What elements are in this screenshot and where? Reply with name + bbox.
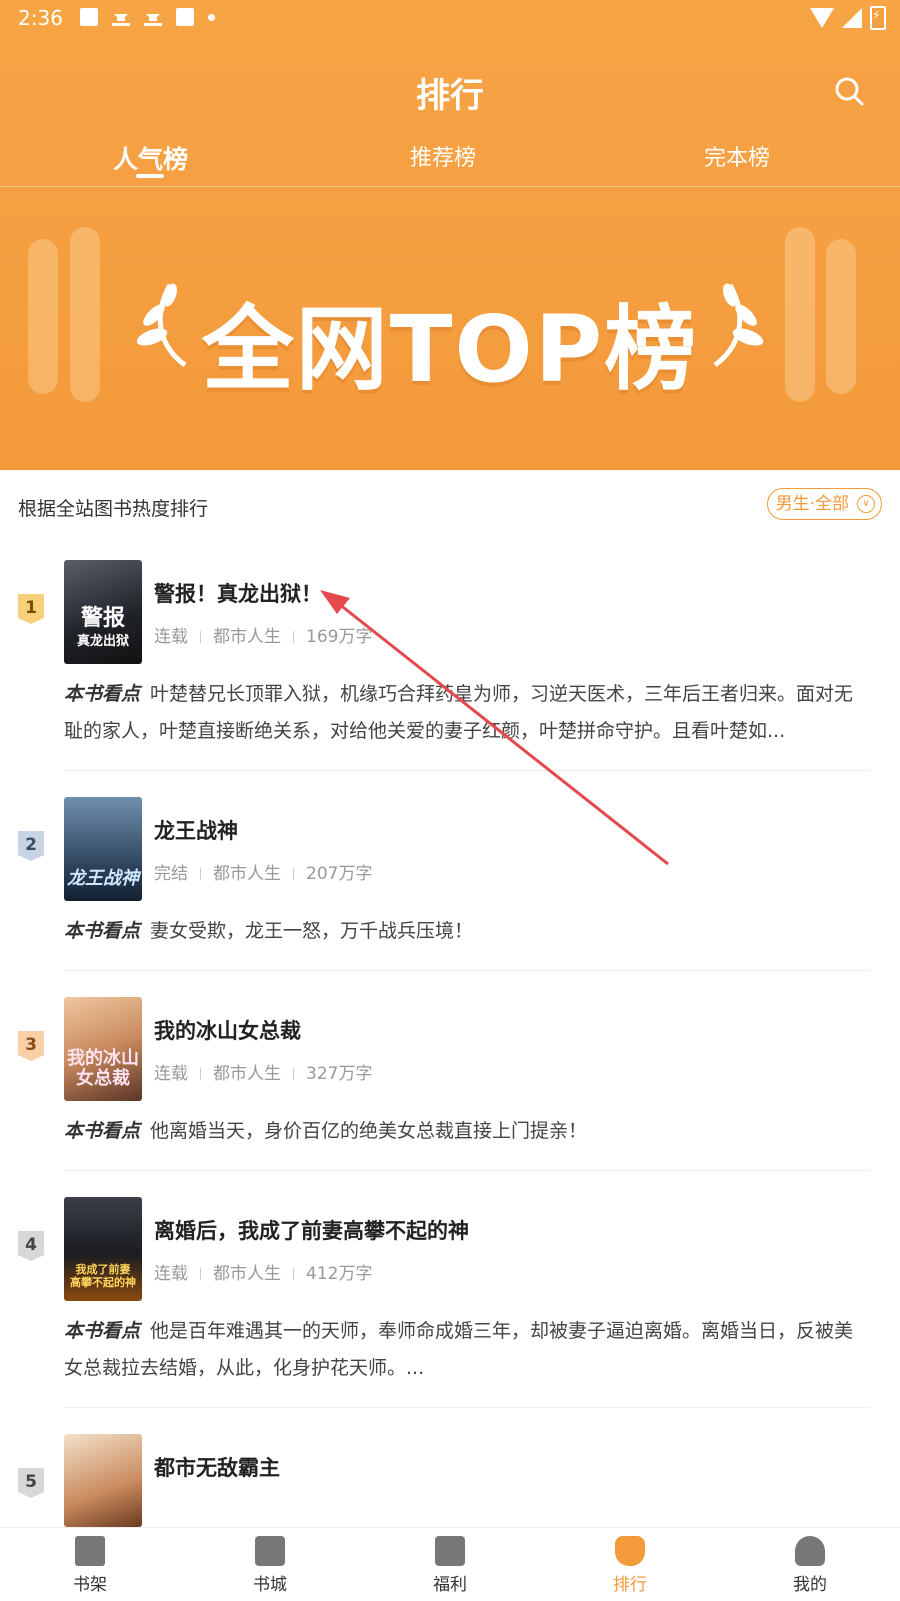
cover-title: 我成了前妻 高攀不起的神	[70, 1263, 136, 1289]
gender-filter-button[interactable]: 男生·全部 ∨	[766, 488, 882, 520]
filter-label: 男生·全部	[775, 494, 849, 514]
nav-bookshelf[interactable]: 书架	[30, 1528, 150, 1595]
book-icon	[255, 1536, 285, 1566]
book-word-count: 207万字	[306, 864, 373, 884]
book-cover[interactable]: 我的冰山 女总裁	[64, 997, 142, 1101]
cover-title: 我的冰山 女总裁	[67, 1048, 139, 1089]
header-area: 2:36 排行 人气榜 推荐榜 完本榜	[0, 0, 900, 470]
summary-label: 本书看点	[64, 1120, 141, 1142]
bottom-nav: 书架 书城 福利 排行 我的	[0, 1527, 900, 1601]
download-icon	[112, 8, 130, 26]
book-summary: 本书看点 他是百年难遇其一的天师，奉师命成婚三年，却被妻子逼迫离婚。离婚当日，反被…	[64, 1313, 864, 1387]
book-summary: 本书看点 他离婚当天，身价百亿的绝美女总裁直接上门提亲！	[64, 1113, 864, 1150]
book-title[interactable]: 我的冰山女总裁	[154, 1015, 301, 1045]
battery-icon	[870, 6, 886, 30]
book-status: 连载	[154, 627, 188, 647]
book-category: 都市人生	[213, 1064, 281, 1084]
nav-rewards[interactable]: 福利	[390, 1528, 510, 1595]
system-icons	[810, 6, 886, 30]
laurel-right-icon	[713, 283, 764, 367]
nav-label: 我的	[793, 1575, 827, 1595]
book-meta: 完结 都市人生 207万字	[154, 859, 372, 884]
summary-text: 他是百年难遇其一的天师，奉师命成婚三年，却被妻子逼迫离婚。离婚当日，反被美女总裁…	[64, 1320, 854, 1379]
summary-label: 本书看点	[64, 683, 141, 705]
book-status: 连载	[154, 1264, 188, 1284]
gift-icon	[435, 1536, 465, 1566]
divider	[64, 770, 870, 771]
divider	[64, 970, 870, 971]
cover-title: 警报 真龙出狱	[76, 606, 129, 650]
book-meta: 连载 都市人生 169万字	[154, 622, 372, 647]
rank-badge: 2	[18, 831, 44, 861]
trophy-icon	[615, 1536, 645, 1566]
book-cover[interactable]: 警报 真龙出狱	[64, 560, 142, 664]
book-summary: 本书看点 妻女受欺，龙王一怒，万千战兵压境！	[64, 913, 864, 950]
summary-text: 叶楚替兄长顶罪入狱，机缘巧合拜药皇为师，习逆天医术，三年后王者归来。面对无耻的家…	[64, 683, 854, 742]
book-category: 都市人生	[213, 864, 281, 884]
divider	[64, 1170, 870, 1171]
app-icon	[176, 8, 194, 26]
book-status: 完结	[154, 864, 188, 884]
list-header: 根据全站图书热度排行 男生·全部 ∨	[0, 470, 900, 544]
download-icon	[144, 8, 162, 26]
book-title[interactable]: 警报！真龙出狱！	[154, 578, 322, 608]
cover-title: 龙王战神	[67, 868, 139, 889]
book-word-count: 412万字	[306, 1264, 373, 1284]
book-summary: 本书看点 叶楚替兄长顶罪入狱，机缘巧合拜药皇为师，习逆天医术，三年后王者归来。面对…	[64, 676, 864, 750]
top-banner: 全网TOP榜	[0, 187, 900, 470]
page-title: 排行	[416, 76, 484, 116]
nav-label: 书城	[253, 1575, 287, 1595]
dot-icon	[208, 14, 215, 21]
profile-icon	[795, 1536, 825, 1566]
nav-profile[interactable]: 我的	[750, 1528, 870, 1595]
tab-popular[interactable]: 人气榜	[113, 140, 188, 176]
tab-completed[interactable]: 完本榜	[704, 140, 770, 172]
signal-icon	[842, 8, 862, 28]
book-category: 都市人生	[213, 627, 281, 647]
summary-text: 他离婚当天，身价百亿的绝美女总裁直接上门提亲！	[150, 1120, 588, 1142]
chevron-down-icon: ∨	[857, 495, 875, 513]
book-status: 连载	[154, 1064, 188, 1084]
rank-badge: 1	[18, 594, 44, 624]
book-meta: 连载 都市人生 412万字	[154, 1259, 372, 1284]
status-bar: 2:36	[0, 0, 900, 36]
ranking-description: 根据全站图书热度排行	[18, 498, 209, 520]
book-meta: 连载 都市人生 327万字	[154, 1059, 372, 1084]
rank-badge: 3	[18, 1031, 44, 1061]
book-title[interactable]: 都市无敌霸主	[154, 1452, 280, 1482]
summary-text: 妻女受欺，龙王一怒，万千战兵压境！	[150, 920, 474, 942]
book-title[interactable]: 龙王战神	[154, 815, 238, 845]
ranking-tabs: 人气榜 推荐榜 完本榜	[0, 140, 900, 186]
nav-bookstore[interactable]: 书城	[210, 1528, 330, 1595]
book-word-count: 169万字	[306, 627, 373, 647]
book-cover[interactable]: 我成了前妻 高攀不起的神	[64, 1197, 142, 1301]
book-cover[interactable]: 龙王战神	[64, 797, 142, 901]
book-word-count: 327万字	[306, 1064, 373, 1084]
summary-label: 本书看点	[64, 920, 141, 942]
search-icon[interactable]	[834, 76, 864, 106]
status-time: 2:36	[18, 6, 63, 30]
tab-recommended[interactable]: 推荐榜	[410, 140, 476, 172]
image-icon	[80, 8, 98, 26]
book-category: 都市人生	[213, 1264, 281, 1284]
wifi-icon	[810, 8, 834, 28]
nav-label: 排行	[613, 1575, 647, 1595]
bookshelf-icon	[75, 1536, 105, 1566]
book-title[interactable]: 离婚后，我成了前妻高攀不起的神	[154, 1215, 469, 1245]
notification-icons	[80, 8, 215, 26]
nav-ranking[interactable]: 排行	[570, 1528, 690, 1595]
summary-label: 本书看点	[64, 1320, 141, 1342]
book-cover[interactable]	[64, 1434, 142, 1527]
rank-badge: 4	[18, 1231, 44, 1261]
active-tab-indicator	[136, 174, 164, 178]
divider	[64, 1407, 870, 1408]
rank-badge: 5	[18, 1468, 44, 1498]
nav-label: 书架	[73, 1575, 107, 1595]
nav-label: 福利	[433, 1575, 467, 1595]
